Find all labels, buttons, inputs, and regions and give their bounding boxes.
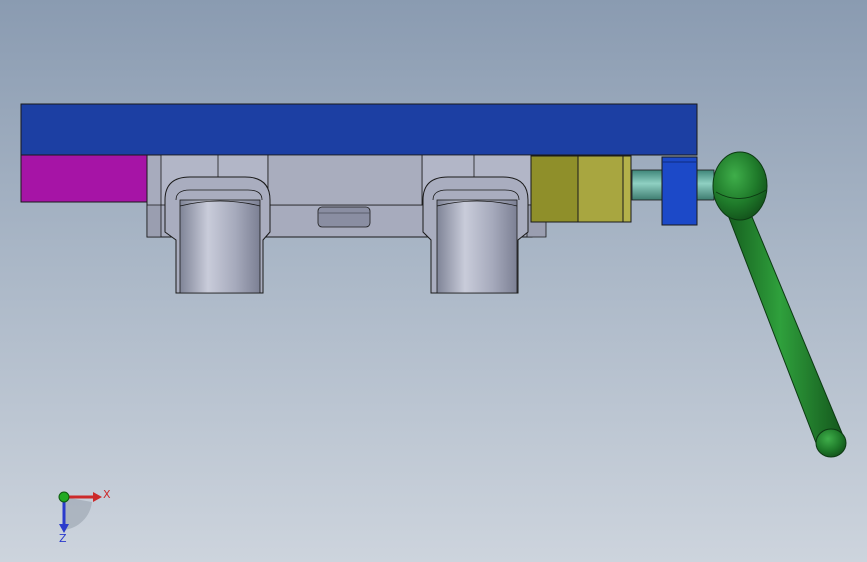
y-axis-dot: [58, 491, 70, 503]
center-slot: [317, 206, 371, 228]
right-cylinder[interactable]: [422, 176, 529, 294]
cyan-pin-end[interactable]: [696, 169, 715, 201]
cad-viewport[interactable]: X Z: [0, 0, 867, 562]
olive-block[interactable]: [530, 155, 632, 223]
z-axis-label: Z: [59, 532, 67, 545]
left-cylinder[interactable]: [164, 176, 271, 294]
magenta-block[interactable]: [20, 154, 162, 203]
model-view[interactable]: X Z: [0, 0, 867, 562]
axis-triad: X Z: [58, 488, 111, 545]
cyan-pin[interactable]: [631, 169, 663, 201]
x-axis-label: X: [103, 488, 111, 501]
x-arrow-icon: [93, 492, 102, 502]
lever-handle[interactable]: [712, 151, 847, 458]
blue-bracket[interactable]: [661, 156, 698, 226]
top-plate[interactable]: [20, 103, 698, 156]
